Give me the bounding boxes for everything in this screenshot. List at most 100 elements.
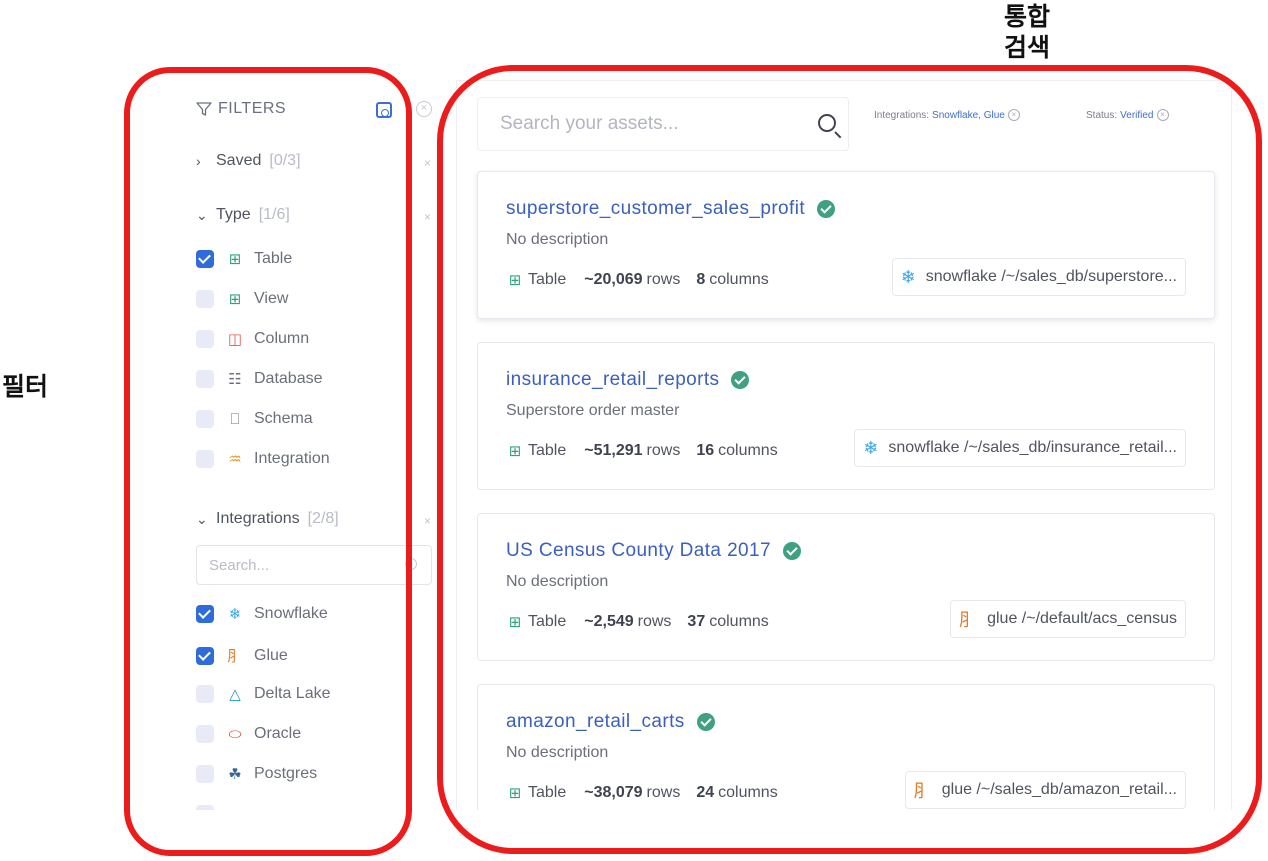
- snowflake-icon: ❄: [863, 437, 879, 458]
- oracle-icon: ⬭: [228, 725, 242, 743]
- type-option-view[interactable]: ⊞ View: [196, 290, 288, 308]
- checkbox[interactable]: [196, 450, 214, 468]
- saved-section-toggle[interactable]: › Saved [0/3]: [196, 152, 301, 170]
- checkbox[interactable]: [196, 646, 214, 665]
- result-rows: ~38,079: [584, 784, 643, 801]
- type-option-schema[interactable]: ⎕ Schema: [196, 410, 313, 428]
- result-path[interactable]: ⺼ glue /~/sales_db/amazon_retail...: [904, 771, 1186, 809]
- chevron-down-icon: ⌄: [196, 206, 208, 223]
- chip-key: Integrations:: [874, 109, 930, 121]
- close-icon[interactable]: ×: [1156, 109, 1169, 121]
- checkbox[interactable]: [196, 685, 214, 703]
- search-icon[interactable]: [818, 114, 836, 132]
- asset-search: [477, 97, 849, 151]
- integration-option-partial[interactable]: [196, 805, 226, 810]
- result-title-row: insurance_retail_reports: [506, 369, 750, 391]
- checkbox[interactable]: [196, 290, 214, 308]
- result-description: Superstore order master: [506, 402, 680, 419]
- checkbox[interactable]: [196, 765, 214, 783]
- table-icon: ⊞: [228, 251, 242, 268]
- annotation-filter-label: 필터: [2, 372, 49, 401]
- integrations-clear-icon[interactable]: ×: [424, 514, 431, 528]
- verified-badge-icon: [817, 200, 835, 218]
- integrations-search: [196, 545, 432, 585]
- result-card[interactable]: US Census County Data 2017 No descriptio…: [477, 513, 1215, 661]
- result-title-row: superstore_customer_sales_profit: [506, 198, 835, 220]
- schema-icon: ⎕: [230, 410, 240, 428]
- result-meta: ⊞ Table ~51,291 rows 16 columns: [506, 442, 778, 460]
- integrations-search-input[interactable]: [209, 556, 389, 574]
- result-title-row: amazon_retail_carts: [506, 711, 715, 733]
- rows-label: rows: [646, 784, 681, 801]
- verified-badge-icon: [782, 542, 801, 560]
- chevron-right-icon: ›: [196, 153, 201, 169]
- option-label: View: [254, 290, 289, 307]
- filter-chip-integrations[interactable]: Integrations: Snowflake, Glue ×: [874, 109, 1020, 121]
- result-columns: 37: [687, 613, 706, 630]
- option-label: Delta Lake: [254, 685, 331, 702]
- result-title-link[interactable]: US Census County Data 2017: [506, 540, 771, 562]
- snowflake-icon: ❄: [228, 606, 242, 623]
- result-type: Table: [528, 784, 567, 801]
- checkbox[interactable]: [196, 725, 214, 743]
- filters-title: FILTERS: [218, 100, 287, 117]
- filter-chip-status[interactable]: Status: Verified ×: [1086, 109, 1169, 121]
- save-filter-icon[interactable]: [376, 102, 392, 118]
- integration-option-delta-lake[interactable]: △ Delta Lake: [196, 685, 331, 703]
- result-card[interactable]: insurance_retail_reports Superstore orde…: [477, 342, 1215, 490]
- result-card[interactable]: amazon_retail_carts No description ⊞ Tab…: [477, 684, 1215, 810]
- chip-key: Status:: [1086, 109, 1118, 121]
- result-title-row: US Census County Data 2017: [506, 540, 801, 562]
- checkbox[interactable]: [196, 605, 214, 623]
- delta-icon: △: [229, 686, 241, 703]
- result-path[interactable]: ⺼ glue /~/default/acs_census: [950, 600, 1186, 638]
- view-icon: ⊞: [228, 291, 242, 308]
- chevron-down-icon: ⌄: [196, 510, 208, 527]
- option-label: Database: [254, 370, 323, 387]
- path-text: glue /~/sales_db/amazon_retail...: [941, 781, 1177, 798]
- result-title-link[interactable]: superstore_customer_sales_profit: [506, 198, 805, 220]
- clear-filters-icon[interactable]: ×: [416, 101, 432, 117]
- result-rows: ~20,069: [584, 271, 643, 288]
- saved-clear-icon[interactable]: ×: [424, 156, 431, 170]
- integration-option-postgres[interactable]: ☘ Postgres: [196, 765, 317, 783]
- type-option-column[interactable]: ◫ Column: [196, 330, 309, 348]
- integrations-section-toggle[interactable]: ⌄ Integrations [2/8]: [196, 510, 339, 528]
- asset-search-input[interactable]: [500, 113, 780, 135]
- integration-option-glue[interactable]: ⺼ Glue: [196, 645, 288, 666]
- integration-option-snowflake[interactable]: ❄ Snowflake: [196, 605, 328, 623]
- table-icon: ⊞: [508, 272, 522, 289]
- funnel-icon: [196, 102, 212, 116]
- type-clear-icon[interactable]: ×: [424, 210, 431, 224]
- columns-label: columns: [718, 784, 778, 801]
- result-title-link[interactable]: insurance_retail_reports: [506, 369, 719, 391]
- checkbox[interactable]: [196, 330, 214, 348]
- type-option-table[interactable]: ⊞ Table: [196, 250, 292, 268]
- rows-label: rows: [646, 271, 681, 288]
- rows-label: rows: [646, 442, 681, 459]
- close-icon[interactable]: ×: [1007, 109, 1020, 121]
- checkbox[interactable]: [196, 805, 214, 810]
- integration-option-oracle[interactable]: ⬭ Oracle: [196, 725, 301, 743]
- saved-count: [0/3]: [269, 152, 301, 169]
- type-section-toggle[interactable]: ⌄ Type [1/6]: [196, 206, 290, 224]
- result-title-link[interactable]: amazon_retail_carts: [506, 711, 685, 733]
- result-path[interactable]: ❄ snowflake /~/sales_db/superstore...: [891, 258, 1186, 296]
- type-option-database[interactable]: ☷ Database: [196, 370, 323, 388]
- option-label: Integration: [254, 450, 330, 467]
- result-card[interactable]: superstore_customer_sales_profit No desc…: [477, 171, 1215, 319]
- table-icon: ⊞: [508, 443, 522, 460]
- option-label: Glue: [254, 646, 288, 664]
- column-icon: ◫: [227, 331, 243, 348]
- path-text: snowflake /~/sales_db/superstore...: [925, 268, 1177, 285]
- type-label: Type: [216, 206, 251, 223]
- result-meta: ⊞ Table ~38,079 rows 24 columns: [506, 784, 778, 802]
- checkbox[interactable]: [196, 370, 214, 388]
- result-path[interactable]: ❄ snowflake /~/sales_db/insurance_retail…: [854, 429, 1186, 467]
- checkbox[interactable]: [196, 410, 214, 428]
- rows-label: rows: [637, 613, 672, 630]
- result-type: Table: [528, 442, 567, 459]
- type-option-integration[interactable]: ♒ Integration: [196, 450, 330, 468]
- option-label: Table: [254, 250, 293, 267]
- checkbox[interactable]: [196, 250, 214, 268]
